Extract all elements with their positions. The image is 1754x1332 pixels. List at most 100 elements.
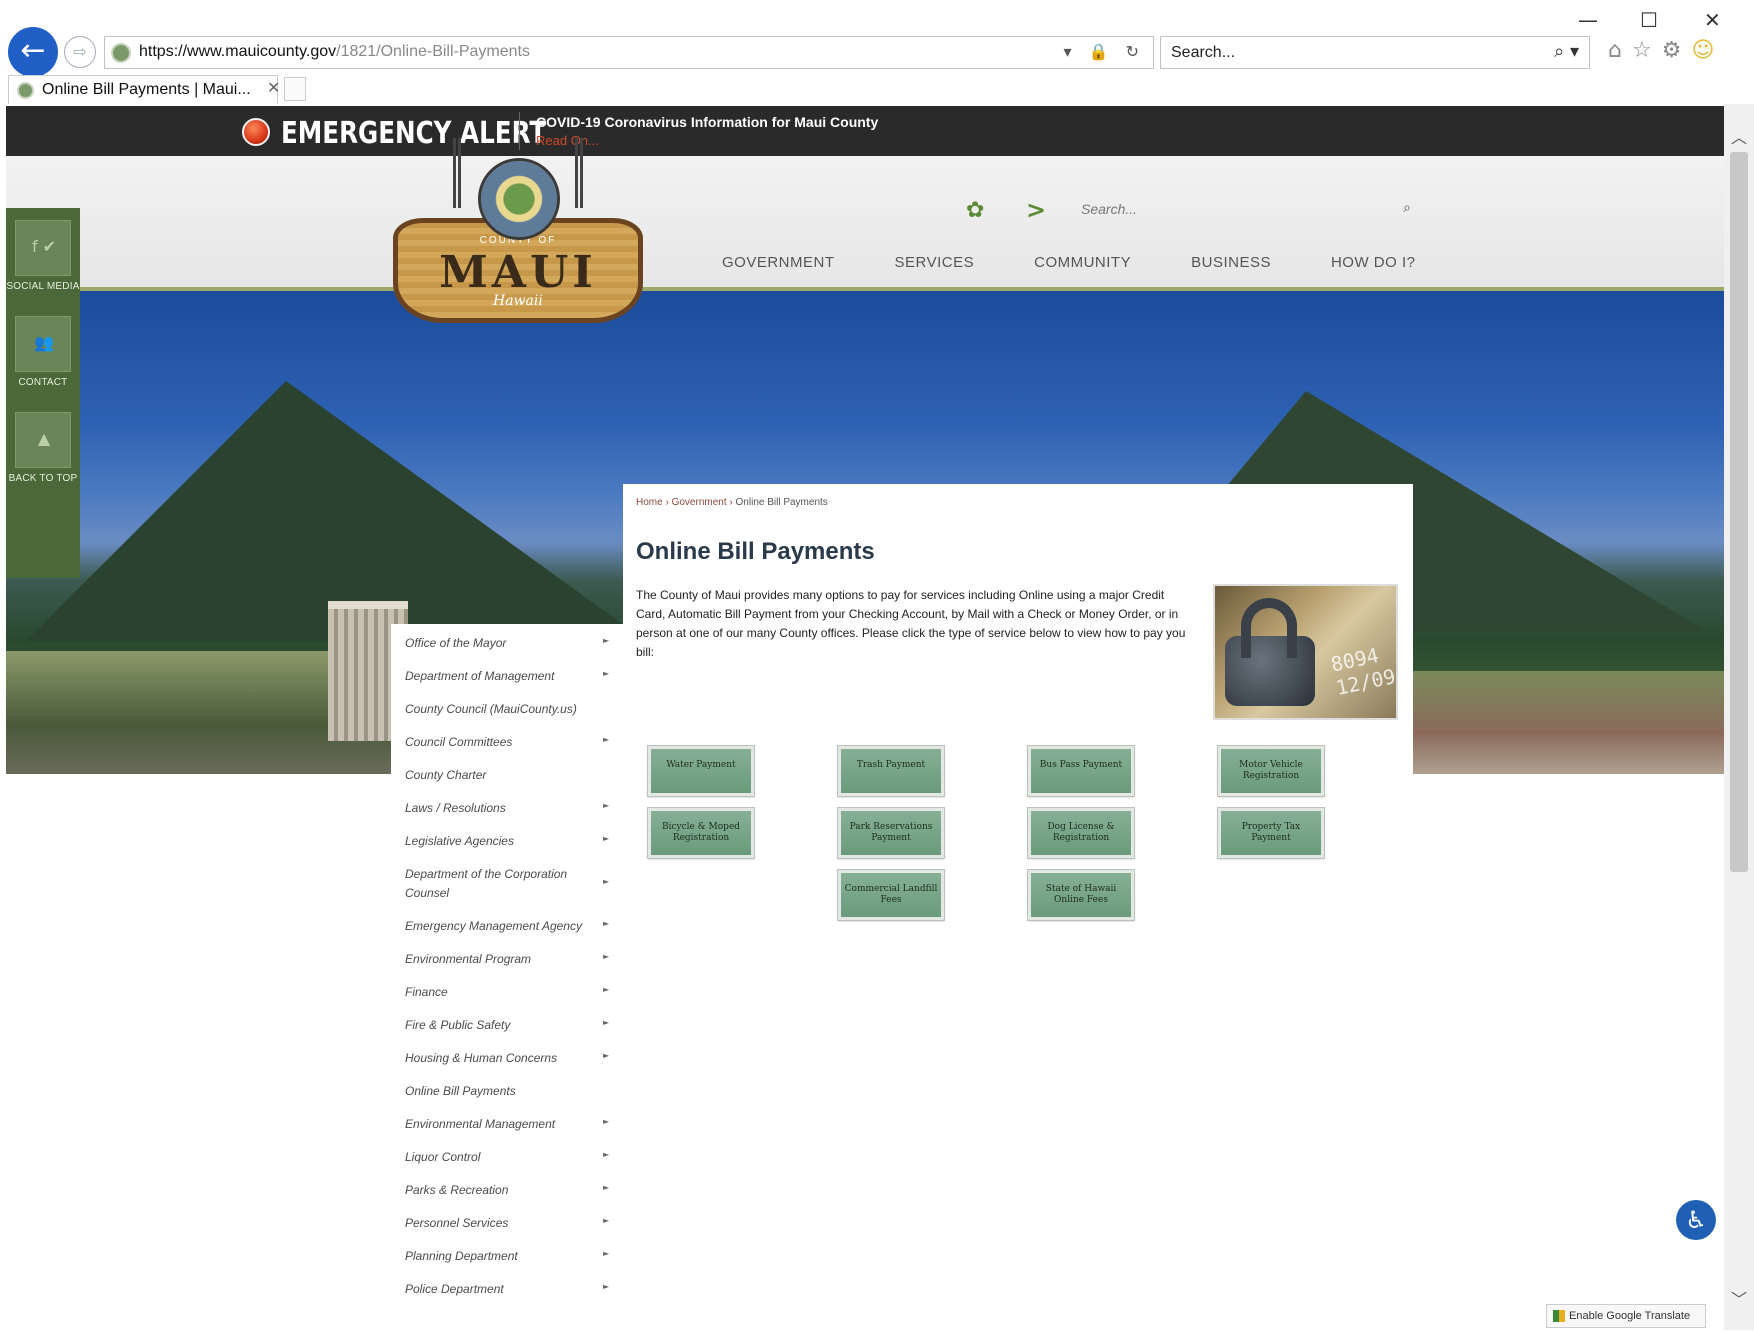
submenu-arrow-icon: ►	[603, 801, 610, 810]
new-tab-button[interactable]	[284, 77, 306, 101]
bicycle-moped-registration-button[interactable]: Bicycle & Moped Registration	[647, 807, 755, 859]
submenu-arrow-icon: ►	[603, 669, 610, 678]
back-to-top-button[interactable]: ▲	[15, 412, 71, 468]
favorites-star-icon[interactable]: ☆	[1632, 38, 1662, 63]
browser-tab-active[interactable]: Online Bill Payments | Maui... ✕	[8, 75, 280, 104]
side-nav-item[interactable]: Laws / Resolutions ►	[391, 789, 623, 822]
side-nav-item[interactable]: Emergency Management Agency ►	[391, 907, 623, 940]
social-media-button[interactable]: f ✔	[15, 220, 71, 276]
water-payment-button[interactable]: Water Payment	[647, 745, 755, 797]
search-icon[interactable]: ⌕	[1403, 200, 1411, 216]
side-nav-item[interactable]: Council Committees ►	[391, 723, 623, 756]
side-nav-label: Department of Management	[405, 669, 555, 683]
submenu-arrow-icon: ►	[603, 985, 610, 994]
minimize-button[interactable]: —	[1578, 8, 1598, 32]
contact-label: CONTACT	[18, 377, 68, 388]
bus-pass-payment-button[interactable]: Bus Pass Payment	[1027, 745, 1135, 797]
side-nav-item[interactable]: Department of the Corporation Counsel ►	[391, 855, 623, 907]
url-path: /1821/Online-Bill-Payments	[336, 43, 530, 60]
browser-chrome: — ☐ ✕ ← ⇨ https://www.mauicounty.gov/182…	[0, 0, 1754, 104]
scrollbar-thumb[interactable]	[1730, 152, 1748, 872]
back-button[interactable]: ←	[8, 27, 58, 77]
commercial-landfill-fees-button[interactable]: Commercial Landfill Fees	[837, 869, 945, 921]
alert-light-icon	[242, 118, 270, 146]
side-nav-item[interactable]: Liquor Control ►	[391, 1138, 623, 1171]
side-nav-item-current[interactable]: Online Bill Payments	[391, 1072, 623, 1105]
search-icon[interactable]: ⌕ ▾	[1554, 41, 1579, 62]
breadcrumb-home[interactable]: Home	[636, 497, 663, 508]
side-nav-item[interactable]: Personnel Services ►	[391, 1204, 623, 1237]
share-icon[interactable]: >	[1026, 196, 1046, 224]
side-social-bar: f ✔ SOCIAL MEDIA 👥 CONTACT ▲ BACK TO TOP	[6, 208, 80, 578]
browser-toolbar: ⌂☆⚙☺	[1608, 38, 1724, 63]
side-nav-item[interactable]: Office of the Mayor ►	[391, 624, 623, 657]
nav-services[interactable]: SERVICES	[895, 254, 975, 271]
address-bar-icons[interactable]: ▾ 🔒 ↻	[1063, 42, 1145, 61]
side-nav-item[interactable]: Planning Department ►	[391, 1237, 623, 1270]
side-nav-item[interactable]: County Council (MauiCounty.us)	[391, 690, 623, 723]
side-nav-item[interactable]: Police Department ►	[391, 1270, 623, 1303]
side-nav-item[interactable]: Department of Management ►	[391, 657, 623, 690]
nav-how-do-i[interactable]: HOW DO I?	[1331, 254, 1416, 271]
contact-button[interactable]: 👥	[15, 316, 71, 372]
submenu-arrow-icon: ►	[603, 834, 610, 843]
forward-button[interactable]: ⇨	[64, 36, 96, 68]
side-nav-label: Planning Department	[405, 1249, 518, 1263]
nav-community[interactable]: COMMUNITY	[1034, 254, 1131, 271]
alert-message[interactable]: COVID-19 Coronavirus Information for Mau…	[536, 114, 878, 130]
address-bar[interactable]: https://www.mauicounty.gov/1821/Online-B…	[104, 36, 1154, 69]
submenu-arrow-icon: ►	[603, 1018, 610, 1027]
padlock-shackle	[1241, 598, 1297, 658]
trash-payment-button[interactable]: Trash Payment	[837, 745, 945, 797]
side-nav-item[interactable]: County Charter	[391, 756, 623, 789]
side-nav-item[interactable]: Environmental Program ►	[391, 940, 623, 973]
breadcrumb-government[interactable]: Government	[672, 497, 727, 508]
nav-business[interactable]: BUSINESS	[1191, 254, 1271, 271]
side-nav-label: Online Bill Payments	[405, 1084, 516, 1098]
side-nav-label: County Charter	[405, 768, 487, 782]
submenu-arrow-icon: ►	[603, 1183, 610, 1192]
submenu-arrow-icon: ►	[603, 877, 610, 886]
side-nav-item[interactable]: Legislative Agencies ►	[391, 822, 623, 855]
page-scrollbar[interactable]: ︿ ﹀	[1724, 104, 1754, 1330]
submenu-arrow-icon: ►	[603, 952, 610, 961]
side-nav-item[interactable]: Fire & Public Safety ►	[391, 1006, 623, 1039]
state-of-hawaii-online-fees-button[interactable]: State of Hawaii Online Fees	[1027, 869, 1135, 921]
county-of-maui-logo[interactable]: COUNTY OF MAUI Hawaii	[393, 138, 643, 338]
main-navigation: GOVERNMENT SERVICES COMMUNITY BUSINESS HOW D…	[722, 254, 1475, 272]
site-search-placeholder: Search...	[1081, 201, 1138, 217]
dog-license-registration-button[interactable]: Dog License & Registration	[1027, 807, 1135, 859]
breadcrumb-current: Online Bill Payments	[735, 497, 828, 508]
social-media-label: SOCIAL MEDIA	[6, 281, 80, 292]
side-nav-label: Department of the Corporation Counsel	[405, 867, 568, 900]
settings-gear-icon[interactable]: ⚙	[1662, 38, 1692, 63]
browser-search-box[interactable]: Search... ⌕ ▾	[1160, 36, 1590, 69]
url-text[interactable]: https://www.mauicounty.gov/1821/Online-B…	[139, 43, 530, 61]
feedback-smiley-icon[interactable]: ☺	[1691, 38, 1724, 63]
site-search-input[interactable]: Search... ⌕	[1071, 198, 1411, 222]
maximize-button[interactable]: ☐	[1640, 8, 1658, 32]
scroll-up-icon[interactable]: ︿	[1731, 124, 1747, 148]
contact-people-icon: 👥	[34, 333, 54, 352]
side-nav-item[interactable]: Finance ►	[391, 973, 623, 1006]
side-nav-item[interactable]: Housing & Human Concerns ►	[391, 1039, 623, 1072]
property-tax-payment-button[interactable]: Property Tax Payment	[1217, 807, 1325, 859]
submenu-arrow-icon: ►	[603, 1282, 610, 1291]
side-nav-label: Emergency Management Agency	[405, 919, 582, 933]
google-translate-button[interactable]: Enable Google Translate	[1546, 1304, 1706, 1328]
tab-favicon-icon	[17, 82, 34, 99]
motor-vehicle-registration-button[interactable]: Motor Vehicle Registration	[1217, 745, 1325, 797]
settings-gear-icon[interactable]: ✿	[966, 198, 984, 223]
tab-close-icon[interactable]: ✕	[267, 78, 280, 98]
accessibility-icon[interactable]: ♿	[1676, 1200, 1716, 1240]
side-nav-label: Fire & Public Safety	[405, 1018, 511, 1032]
nav-government[interactable]: GOVERNMENT	[722, 254, 835, 271]
park-reservations-payment-button[interactable]: Park Reservations Payment	[837, 807, 945, 859]
home-icon[interactable]: ⌂	[1608, 38, 1632, 63]
main-content: Home › Government › Online Bill Payments…	[623, 484, 1413, 1330]
scroll-down-icon[interactable]: ﹀	[1731, 1286, 1747, 1310]
side-nav-item[interactable]: Environmental Management ►	[391, 1105, 623, 1138]
breadcrumb: Home › Government › Online Bill Payments	[636, 497, 828, 508]
side-nav-item[interactable]: Parks & Recreation ►	[391, 1171, 623, 1204]
close-window-button[interactable]: ✕	[1704, 8, 1721, 32]
